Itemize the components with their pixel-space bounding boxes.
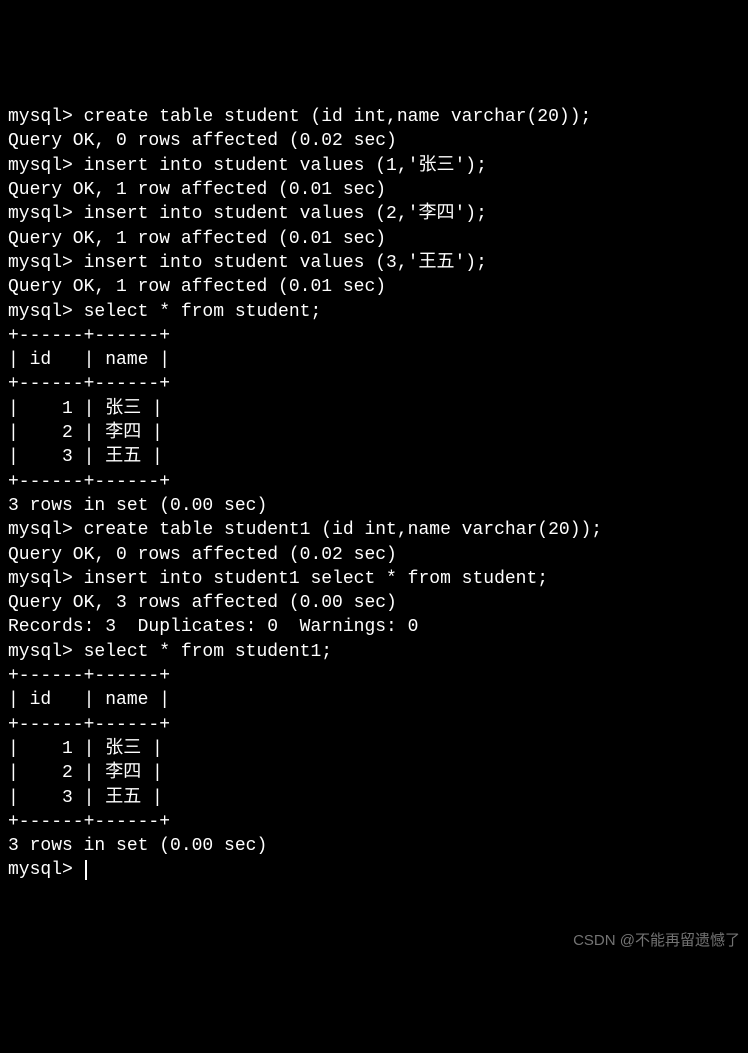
- mysql-prompt: mysql>: [8, 860, 84, 880]
- prompt-line[interactable]: mysql>: [8, 858, 740, 882]
- command-line: mysql> select * from student;: [8, 300, 740, 324]
- table-row: | 3 | 王五 |: [8, 445, 740, 469]
- command-line: mysql> create table student1 (id int,nam…: [8, 518, 740, 542]
- table-border: +------+------+: [8, 664, 740, 688]
- table-border: +------+------+: [8, 324, 740, 348]
- table-header: | id | name |: [8, 348, 740, 372]
- command-line: mysql> insert into student values (3,'王五…: [8, 251, 740, 275]
- result-line: Records: 3 Duplicates: 0 Warnings: 0: [8, 615, 740, 639]
- table-header: | id | name |: [8, 688, 740, 712]
- command-line: mysql> insert into student values (2,'李四…: [8, 202, 740, 226]
- table-row: | 2 | 李四 |: [8, 421, 740, 445]
- terminal-output[interactable]: mysql> create table student (id int,name…: [8, 105, 740, 883]
- command-line: mysql> select * from student1;: [8, 640, 740, 664]
- table-row: | 2 | 李四 |: [8, 761, 740, 785]
- table-border: +------+------+: [8, 372, 740, 396]
- result-line: Query OK, 1 row affected (0.01 sec): [8, 275, 740, 299]
- table-border: +------+------+: [8, 713, 740, 737]
- command-line: mysql> insert into student values (1,'张三…: [8, 154, 740, 178]
- result-line: Query OK, 1 row affected (0.01 sec): [8, 227, 740, 251]
- result-line: Query OK, 0 rows affected (0.02 sec): [8, 543, 740, 567]
- watermark-text: CSDN @不能再留遗憾了: [573, 931, 740, 951]
- table-border: +------+------+: [8, 470, 740, 494]
- result-line: 3 rows in set (0.00 sec): [8, 834, 740, 858]
- table-border: +------+------+: [8, 810, 740, 834]
- result-line: Query OK, 1 row affected (0.01 sec): [8, 178, 740, 202]
- result-line: Query OK, 0 rows affected (0.02 sec): [8, 129, 740, 153]
- result-line: 3 rows in set (0.00 sec): [8, 494, 740, 518]
- command-line: mysql> create table student (id int,name…: [8, 105, 740, 129]
- table-row: | 3 | 王五 |: [8, 786, 740, 810]
- table-row: | 1 | 张三 |: [8, 737, 740, 761]
- table-row: | 1 | 张三 |: [8, 397, 740, 421]
- cursor-icon: [85, 860, 87, 880]
- result-line: Query OK, 3 rows affected (0.00 sec): [8, 591, 740, 615]
- command-line: mysql> insert into student1 select * fro…: [8, 567, 740, 591]
